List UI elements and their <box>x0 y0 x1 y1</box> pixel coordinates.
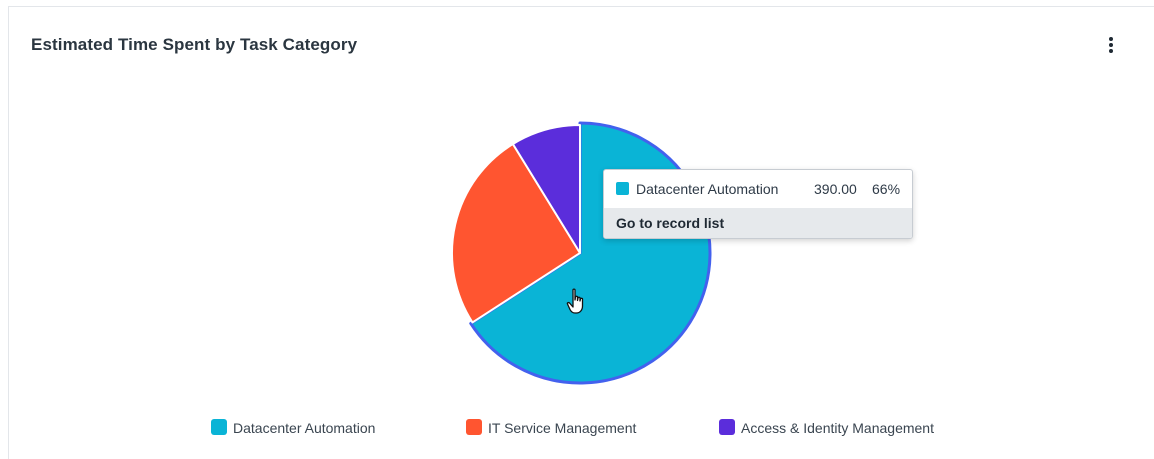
legend-swatch <box>466 419 482 435</box>
legend-label: Access & Identity Management <box>741 420 934 436</box>
hand-pointer-icon <box>566 288 584 314</box>
legend-label: IT Service Management <box>488 420 637 436</box>
tooltip-swatch <box>616 182 629 195</box>
legend-label: Datacenter Automation <box>233 420 376 436</box>
go-to-record-list-link[interactable]: Go to record list <box>604 208 912 238</box>
tooltip-label: Datacenter Automation <box>636 181 779 197</box>
tooltip-value: 390.00 <box>814 181 857 197</box>
chart-tooltip: Datacenter Automation 390.00 66% Go to r… <box>603 169 913 239</box>
legend-swatch <box>719 419 735 435</box>
tooltip-percent: 66% <box>872 181 901 197</box>
legend-swatch <box>211 419 227 435</box>
pie-chart <box>451 121 712 385</box>
tooltip-link-label: Go to record list <box>616 215 725 231</box>
tooltip-data-row: Datacenter Automation 390.00 66% <box>604 170 912 208</box>
